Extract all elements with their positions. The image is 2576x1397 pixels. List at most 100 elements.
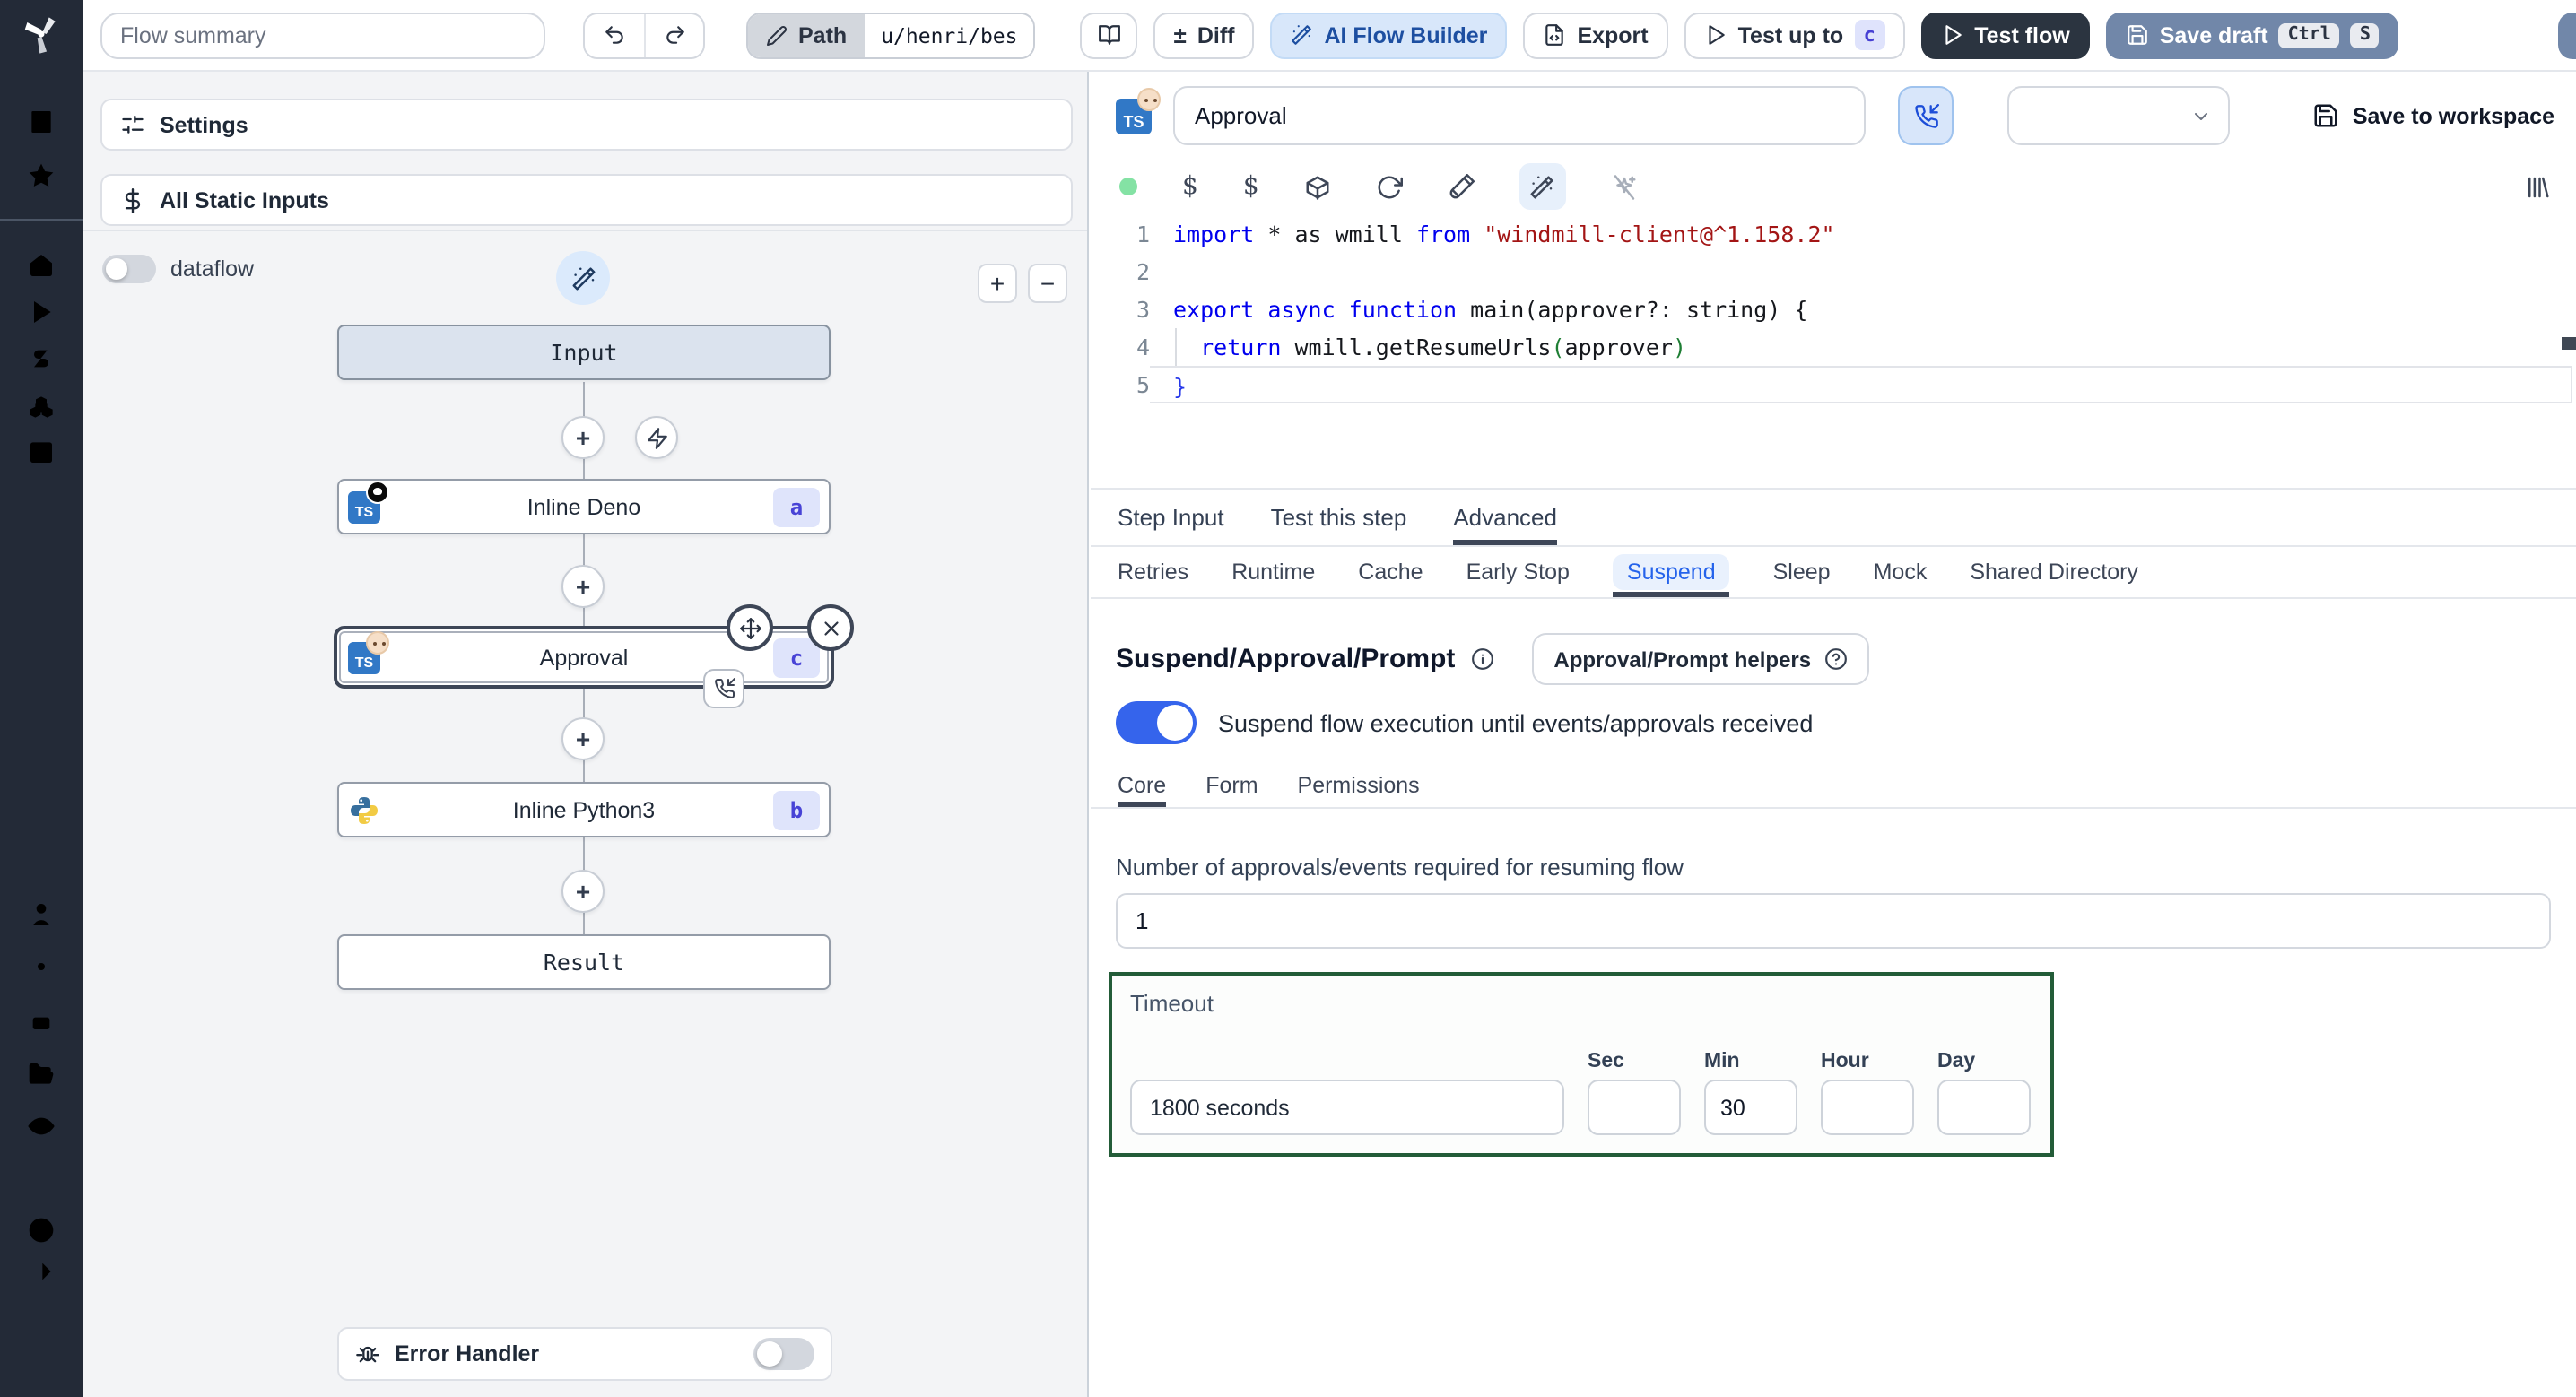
subtab-core[interactable]: Core [1118, 762, 1167, 807]
audit-eye-icon[interactable] [27, 1112, 56, 1141]
all-static-inputs-button[interactable]: All Static Inputs [100, 174, 1073, 226]
schedules-calendar-icon[interactable] [27, 438, 56, 466]
timeout-min-label: Min [1704, 1051, 1740, 1072]
subtab-mock[interactable]: Mock [1874, 547, 1928, 597]
flow-node-result[interactable]: Result [337, 934, 831, 990]
settings-gear-icon[interactable] [27, 952, 56, 981]
subtab-shared-directory[interactable]: Shared Directory [1970, 547, 2138, 597]
info-icon[interactable] [1471, 647, 1494, 671]
subtab-early-stop[interactable]: Early Stop [1466, 547, 1570, 597]
redo-button[interactable] [644, 13, 703, 56]
save-draft-button[interactable]: Save draft Ctrl S [2105, 12, 2399, 58]
code-editor[interactable]: 1 import * as wmill from "windmill-client… [1091, 206, 2576, 490]
redo-icon [666, 26, 683, 44]
dataflow-label: dataflow [170, 256, 255, 282]
delete-step-button[interactable] [807, 604, 854, 651]
error-handler-toggle[interactable] [753, 1338, 814, 1370]
suspend-phone-button[interactable] [1898, 86, 1954, 145]
docs-button[interactable] [1080, 12, 1138, 58]
zoom-in-button[interactable]: + [978, 264, 1017, 303]
kbd-s: S [2350, 22, 2380, 48]
timeout-day-input[interactable] [1937, 1080, 2031, 1135]
tab-test-this-step[interactable]: Test this step [1271, 490, 1407, 545]
subtab-sleep[interactable]: Sleep [1773, 547, 1831, 597]
library-icon [2528, 176, 2549, 197]
phone-incoming-icon [1914, 103, 1938, 127]
runs-play-icon[interactable] [27, 298, 56, 326]
flow-node-inline-python[interactable]: Inline Python3 b [337, 782, 831, 837]
favorites-star-icon[interactable] [27, 161, 56, 190]
flow-settings-button[interactable]: Settings [100, 99, 1073, 151]
dataflow-toggle[interactable] [102, 255, 156, 283]
test-up-to-button[interactable]: Test up to c [1684, 12, 1905, 58]
error-handler-row[interactable]: Error Handler [337, 1327, 832, 1381]
package-button[interactable] [1304, 173, 1331, 200]
home-icon[interactable] [27, 251, 56, 280]
subtab-form[interactable]: Form [1205, 762, 1258, 807]
script-version-select[interactable] [2007, 86, 2230, 145]
step-id-badge: a [773, 487, 820, 526]
sidebar-divider [0, 219, 83, 221]
approval-prompt-helpers-button[interactable]: Approval/Prompt helpers [1532, 633, 1869, 685]
editor-toolbar: $ $ [1119, 163, 2551, 210]
subtab-permissions[interactable]: Permissions [1298, 762, 1420, 807]
insert-step-button[interactable]: + [561, 870, 605, 913]
ai-disabled-sparkles-button[interactable] [1611, 173, 1638, 200]
move-step-handle[interactable] [727, 604, 773, 651]
save-to-workspace-button[interactable]: Save to workspace [2313, 102, 2554, 129]
undo-button[interactable] [585, 13, 644, 56]
help-question-icon[interactable] [27, 1216, 56, 1245]
deploy-button-clipped[interactable] [2558, 13, 2576, 59]
approvals-required-input[interactable]: 1 [1116, 893, 2551, 949]
bug-icon [356, 1346, 379, 1363]
flow-node-input[interactable]: Input [337, 325, 831, 380]
ai-assist-wand-button[interactable] [1519, 163, 1566, 210]
insert-step-button[interactable]: + [561, 565, 605, 608]
resources-boxes-icon[interactable] [27, 393, 56, 421]
editor-overview-ruler[interactable] [2562, 337, 2576, 350]
subtab-suspend[interactable]: Suspend [1612, 547, 1731, 597]
variables-dollar-icon[interactable] [27, 344, 56, 373]
ts-badge: TS [354, 503, 374, 519]
subtab-runtime[interactable]: Runtime [1231, 547, 1315, 597]
tab-advanced[interactable]: Advanced [1453, 490, 1557, 545]
test-up-to-step-badge: c [1854, 20, 1885, 50]
diff-button[interactable]: ± Diff [1153, 12, 1255, 58]
user-icon[interactable] [27, 900, 56, 929]
suspend-section-title: Suspend/Approval/Prompt [1116, 644, 1456, 674]
insert-step-button[interactable]: + [561, 717, 605, 760]
format-brush-button[interactable] [1448, 173, 1475, 200]
workspace-building-icon[interactable] [27, 108, 56, 136]
workers-robot-icon[interactable] [27, 1008, 56, 1037]
step-name-input[interactable]: Approval [1173, 86, 1866, 145]
folders-icon[interactable] [27, 1060, 56, 1089]
timeout-fieldset: Timeout 1800 seconds Sec Min 30 Hour Day [1109, 972, 2054, 1157]
subtab-cache[interactable]: Cache [1358, 547, 1423, 597]
timeout-hour-input[interactable] [1821, 1080, 1914, 1135]
timeout-sec-input[interactable] [1588, 1080, 1681, 1135]
resources-dollar-button[interactable]: $ [1243, 172, 1259, 201]
windmill-logo-icon[interactable] [18, 11, 65, 57]
insert-step-button[interactable]: + [561, 416, 605, 459]
collapse-arrow-right-icon[interactable] [27, 1257, 56, 1286]
save-icon [2127, 25, 2147, 45]
variables-dollar-button[interactable]: $ [1182, 172, 1198, 201]
flow-node-inline-deno[interactable]: TS Inline Deno a [337, 479, 831, 534]
flow-summary-input[interactable]: Flow summary [100, 12, 545, 58]
reload-button[interactable] [1376, 173, 1403, 200]
timeout-min-input[interactable]: 30 [1704, 1080, 1797, 1135]
zoom-out-button[interactable]: − [1028, 264, 1067, 303]
suspend-toggle[interactable] [1116, 701, 1197, 744]
tab-step-input[interactable]: Step Input [1118, 490, 1224, 545]
path-label: Path [798, 22, 848, 48]
file-export-icon [1545, 24, 1564, 46]
export-button[interactable]: Export [1523, 12, 1668, 58]
test-flow-button[interactable]: Test flow [1920, 12, 2090, 58]
ai-flow-builder-button[interactable]: AI Flow Builder [1270, 12, 1508, 58]
trigger-step-button[interactable] [635, 416, 678, 459]
timeout-display-input[interactable]: 1800 seconds [1130, 1080, 1564, 1135]
ai-graph-wand-button[interactable] [556, 251, 610, 305]
subtab-retries[interactable]: Retries [1118, 547, 1188, 597]
path-button[interactable]: Path u/henri/bes [746, 12, 1036, 58]
library-panel-button[interactable] [2524, 173, 2551, 200]
